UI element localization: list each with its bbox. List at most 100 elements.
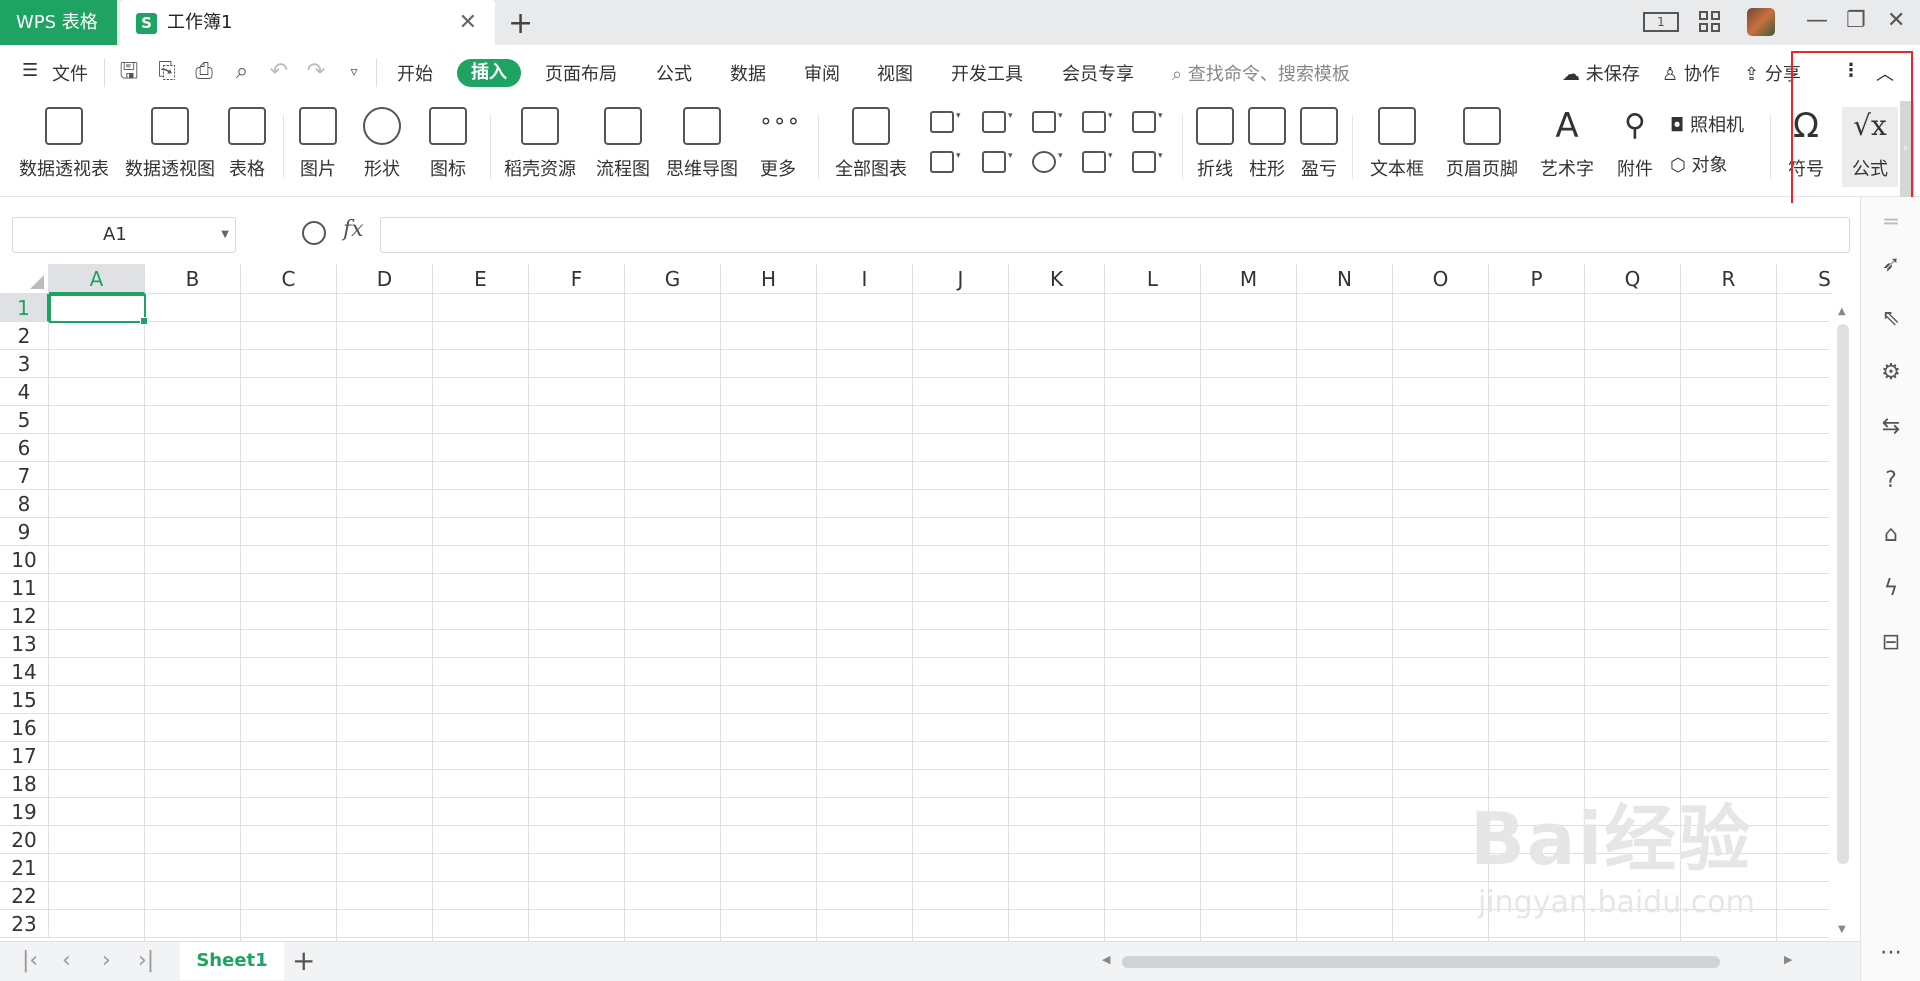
scroll-down-icon[interactable]: ▼: [1838, 924, 1846, 935]
area-chart-button[interactable]: ▾: [930, 151, 970, 179]
name-box[interactable]: A1 ▼: [12, 217, 236, 253]
textbox-button[interactable]: 文本框: [1362, 107, 1432, 181]
unsaved-status[interactable]: ☁ 未保存: [1562, 60, 1640, 86]
row-header[interactable]: 7: [0, 462, 49, 490]
hamburger-icon[interactable]: ☰: [22, 60, 38, 81]
row-header[interactable]: 1: [0, 294, 49, 322]
lightning-icon[interactable]: ϟ: [1879, 577, 1903, 601]
column-header[interactable]: C: [241, 264, 337, 294]
column-chart-button[interactable]: ▾: [930, 111, 970, 139]
chevron-down-icon[interactable]: ▼: [221, 218, 229, 252]
picture-button[interactable]: 图片: [292, 107, 344, 181]
column-header[interactable]: D: [337, 264, 433, 294]
tab-home[interactable]: 开始: [397, 60, 433, 86]
row-header[interactable]: 22: [0, 882, 49, 910]
header-footer-button[interactable]: 页眉页脚: [1444, 107, 1520, 181]
tab-view[interactable]: 视图: [877, 60, 913, 86]
restore-icon[interactable]: ❐: [1846, 8, 1866, 33]
scatter-chart-button[interactable]: ▾: [1082, 151, 1122, 179]
sparkline-line-button[interactable]: 折线: [1192, 107, 1238, 181]
vertical-scroll-thumb[interactable]: [1837, 324, 1849, 864]
column-header[interactable]: A: [49, 264, 145, 294]
table-button[interactable]: 表格: [224, 107, 270, 181]
redo-icon[interactable]: ↷: [303, 59, 329, 85]
next-sheet-icon[interactable]: ›: [102, 948, 111, 973]
minimize-icon[interactable]: —: [1806, 8, 1828, 33]
row-header[interactable]: 11: [0, 574, 49, 602]
column-header[interactable]: O: [1393, 264, 1489, 294]
cursor-icon[interactable]: ⇖: [1879, 307, 1903, 331]
row-header[interactable]: 6: [0, 434, 49, 462]
add-sheet-button[interactable]: +: [292, 944, 315, 977]
app-tab[interactable]: WPS 表格: [0, 0, 117, 45]
row-header[interactable]: 13: [0, 630, 49, 658]
chevron-down-icon[interactable]: ▿: [341, 59, 367, 85]
scroll-left-icon[interactable]: ◀: [1102, 953, 1110, 966]
vertical-scrollbar[interactable]: ▲ ▼: [1832, 264, 1856, 941]
row-header[interactable]: 16: [0, 714, 49, 742]
active-cell-selection[interactable]: [49, 294, 148, 325]
print-preview-icon[interactable]: ⌕: [229, 59, 255, 85]
column-header[interactable]: N: [1297, 264, 1393, 294]
horizontal-scroll-thumb[interactable]: [1122, 956, 1720, 968]
docer-resources-button[interactable]: 稻壳资源: [502, 107, 578, 181]
settings-sliders-icon[interactable]: ⚙: [1879, 361, 1903, 385]
undo-icon[interactable]: ↶: [266, 59, 292, 85]
avatar[interactable]: [1747, 8, 1775, 36]
drag-handle-icon[interactable]: ═: [1879, 211, 1903, 235]
close-window-icon[interactable]: ✕: [1887, 8, 1905, 33]
rocket-icon[interactable]: ➶: [1879, 253, 1903, 277]
column-header[interactable]: R: [1681, 264, 1777, 294]
row-header[interactable]: 18: [0, 770, 49, 798]
all-charts-button[interactable]: 全部图表: [830, 107, 912, 181]
column-header[interactable]: J: [913, 264, 1009, 294]
row-header[interactable]: 12: [0, 602, 49, 630]
attachment-button[interactable]: ⚲ 附件: [1612, 107, 1658, 181]
column-header[interactable]: I: [817, 264, 913, 294]
first-sheet-icon[interactable]: |‹: [22, 948, 38, 973]
line-chart-button[interactable]: ▾: [1032, 111, 1072, 139]
row-header[interactable]: 5: [0, 406, 49, 434]
search-command[interactable]: ⌕ 查找命令、搜索模板: [1172, 60, 1350, 86]
more-horizontal-icon[interactable]: ⋯: [1879, 941, 1903, 965]
wordart-button[interactable]: A 艺术字: [1532, 107, 1602, 181]
fx-icon[interactable]: fx: [343, 217, 364, 242]
formula-input[interactable]: [380, 217, 1850, 253]
collaborate-button[interactable]: ♙ 协作: [1662, 60, 1720, 86]
pivot-chart-button[interactable]: 数据透视图: [122, 107, 218, 181]
horizontal-scrollbar[interactable]: ◀ ▶: [1096, 953, 1796, 971]
tab-review[interactable]: 审阅: [804, 60, 840, 86]
store-icon[interactable]: ⌂: [1879, 523, 1903, 547]
new-tab-button[interactable]: +: [508, 6, 533, 41]
row-header[interactable]: 9: [0, 518, 49, 546]
document-tab[interactable]: S 工作簿1 ✕: [120, 0, 495, 45]
column-header[interactable]: S: [1777, 264, 1832, 294]
combo-chart-button[interactable]: ▾: [982, 151, 1022, 179]
sheet-tab[interactable]: Sheet1: [180, 942, 284, 980]
tab-page-layout[interactable]: 页面布局: [545, 60, 617, 86]
row-header[interactable]: 21: [0, 854, 49, 882]
column-header[interactable]: Q: [1585, 264, 1681, 294]
column-header[interactable]: L: [1105, 264, 1201, 294]
column-header[interactable]: M: [1201, 264, 1297, 294]
column-header[interactable]: F: [529, 264, 625, 294]
more-button[interactable]: ∘∘∘ 更多: [752, 107, 804, 181]
scroll-right-icon[interactable]: ▶: [1784, 953, 1792, 966]
print-icon[interactable]: ⎙: [191, 59, 217, 85]
row-header[interactable]: 8: [0, 490, 49, 518]
icon-library-button[interactable]: 图标: [422, 107, 474, 181]
column-header[interactable]: B: [145, 264, 241, 294]
tab-formulas[interactable]: 公式: [656, 60, 692, 86]
last-sheet-icon[interactable]: ›|: [138, 948, 154, 973]
scroll-up-icon[interactable]: ▲: [1838, 306, 1846, 317]
mindmap-button[interactable]: 思维导图: [664, 107, 740, 181]
row-header[interactable]: 10: [0, 546, 49, 574]
column-header[interactable]: K: [1009, 264, 1105, 294]
row-header[interactable]: 23: [0, 910, 49, 938]
row-header[interactable]: 20: [0, 826, 49, 854]
row-header[interactable]: 17: [0, 742, 49, 770]
row-header[interactable]: 19: [0, 798, 49, 826]
close-tab-icon[interactable]: ✕: [459, 10, 477, 35]
pivot-table-button[interactable]: 数据透视表: [16, 107, 112, 181]
column-header[interactable]: G: [625, 264, 721, 294]
